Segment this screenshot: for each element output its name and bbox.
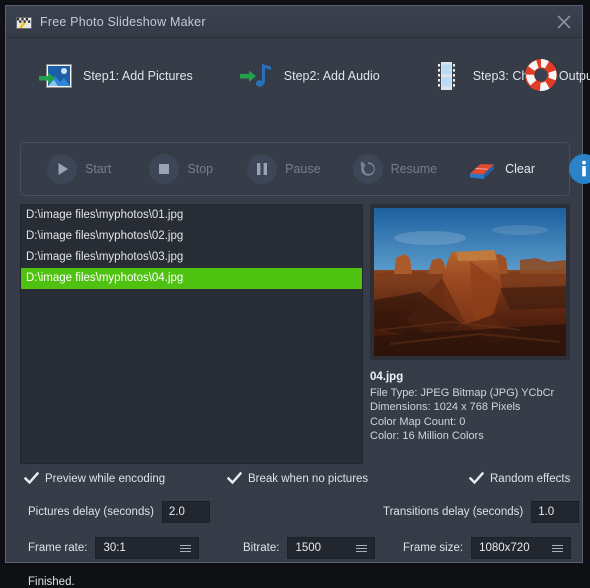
- bitrate-label: Bitrate:: [243, 542, 280, 554]
- pause-icon: [247, 154, 278, 184]
- frame-rate-select[interactable]: 30:1: [95, 537, 200, 559]
- image-filename: 04.jpg: [370, 371, 404, 383]
- bitrate-select[interactable]: 1500: [287, 537, 376, 559]
- step-1-add-pictures-button[interactable]: Step1: Add Pictures: [38, 54, 193, 98]
- resume-icon: [352, 154, 383, 184]
- checkmark-icon: [23, 471, 40, 486]
- frame-rate-label: Frame rate:: [28, 542, 88, 554]
- checkbox-break-when-no-pictures[interactable]: Break when no pictures: [226, 471, 369, 486]
- film-strip-icon: [428, 59, 464, 93]
- list-item-selected[interactable]: D:\image files\myphotos\04.jpg: [21, 268, 362, 289]
- delay-settings-row: Pictures delay (seconds) Transitions del…: [28, 501, 580, 525]
- list-chooser-icon: [552, 545, 564, 553]
- transitions-delay-input[interactable]: [531, 501, 580, 523]
- pause-button[interactable]: Pause: [247, 149, 321, 189]
- status-bar: Finished.: [28, 576, 75, 588]
- image-color: Color: 16 Million Colors: [370, 430, 484, 442]
- clear-label: Clear: [505, 162, 535, 176]
- frame-size-select[interactable]: 1080x720: [471, 537, 572, 559]
- image-file-type: File Type: JPEG Bitmap (JPG) YCbCr: [370, 386, 555, 399]
- list-chooser-icon: [180, 545, 192, 553]
- pictures-delay-label: Pictures delay (seconds): [28, 506, 154, 518]
- start-button[interactable]: Start: [47, 149, 111, 189]
- checkbox-preview-label: Preview while encoding: [45, 472, 166, 485]
- play-icon: [47, 154, 77, 184]
- steps-toolbar: Step1: Add Pictures Step2: Add Audio Ste…: [16, 50, 590, 102]
- logs-button[interactable]: Logs: [569, 149, 590, 189]
- list-item[interactable]: D:\image files\myphotos\01.jpg: [21, 205, 362, 226]
- checkbox-preview-while-encoding[interactable]: Preview while encoding: [23, 471, 166, 486]
- preview-panel: 04.jpg File Type: JPEG Bitmap (JPG) YCbC…: [370, 204, 570, 464]
- clapperboard-icon: [16, 14, 32, 30]
- image-info: 04.jpg File Type: JPEG Bitmap (JPG) YCbC…: [370, 370, 570, 444]
- transitions-delay-field-group: Transitions delay (seconds): [383, 501, 580, 523]
- checkbox-random-label: Random effects: [490, 472, 571, 485]
- eraser-icon: [467, 154, 497, 184]
- frame-size-field-group: Frame size: 1080x720: [403, 537, 572, 559]
- pictures-delay-field-group: Pictures delay (seconds): [28, 501, 210, 523]
- frame-size-label: Frame size:: [403, 542, 464, 554]
- frame-size-value: 1080x720: [479, 542, 530, 554]
- list-chooser-icon: [356, 545, 368, 553]
- resume-button[interactable]: Resume: [352, 149, 438, 189]
- application-window: Free Photo Slideshow Maker Step1: Add Pi…: [5, 5, 590, 588]
- image-dimensions: Dimensions: 1024 x 768 Pixels: [370, 401, 521, 413]
- step-1-label: Step1: Add Pictures: [83, 69, 193, 83]
- stop-label: Stop: [187, 162, 214, 176]
- list-item[interactable]: D:\image files\myphotos\02.jpg: [21, 226, 362, 247]
- image-color-map-count: Color Map Count: 0: [370, 415, 466, 428]
- step-3-choose-output-button[interactable]: Step3: Choose Output: [428, 54, 590, 98]
- resume-label: Resume: [390, 162, 438, 176]
- stop-button[interactable]: Stop: [149, 149, 213, 189]
- preview-thumbnail-image: [370, 204, 570, 360]
- bitrate-field-group: Bitrate: 1500: [243, 537, 376, 559]
- transitions-delay-label: Transitions delay (seconds): [383, 506, 524, 518]
- add-pictures-icon: [38, 59, 74, 93]
- stop-icon: [149, 154, 180, 184]
- checkmark-icon: [226, 471, 243, 486]
- playback-controls-group: Start Stop Pause Resume Clear: [20, 142, 590, 196]
- step-2-label: Step2: Add Audio: [283, 69, 380, 83]
- checkmark-icon: [468, 471, 485, 486]
- checkbox-random-effects[interactable]: Random effects: [468, 471, 571, 486]
- pause-label: Pause: [285, 162, 321, 176]
- window-body: Step1: Add Pictures Step2: Add Audio Ste…: [6, 38, 590, 588]
- checkbox-break-label: Break when no pictures: [248, 472, 369, 485]
- pictures-delay-input[interactable]: [161, 501, 210, 523]
- bitrate-value: 1500: [295, 542, 322, 554]
- step-2-add-audio-button[interactable]: Step2: Add Audio: [239, 54, 380, 98]
- frame-rate-field-group: Frame rate: 30:1: [28, 537, 200, 559]
- window-title: Free Photo Slideshow Maker: [40, 14, 206, 29]
- title-bar: Free Photo Slideshow Maker: [6, 6, 582, 38]
- lifebuoy-help-icon[interactable]: [522, 56, 560, 94]
- encoding-settings-row: Frame rate: 30:1 Bitrate: 1500 Frame siz…: [28, 537, 572, 561]
- start-label: Start: [85, 162, 112, 176]
- info-icon: [569, 154, 590, 184]
- frame-rate-value: 30:1: [103, 542, 126, 554]
- close-icon[interactable]: [554, 12, 574, 32]
- add-audio-note-icon: [239, 59, 275, 93]
- clear-button[interactable]: Clear: [467, 149, 535, 189]
- list-item[interactable]: D:\image files\myphotos\03.jpg: [21, 247, 362, 268]
- file-list[interactable]: D:\image files\myphotos\01.jpg D:\image …: [20, 204, 363, 464]
- options-checkbox-row: Preview while encoding Break when no pic…: [23, 471, 572, 491]
